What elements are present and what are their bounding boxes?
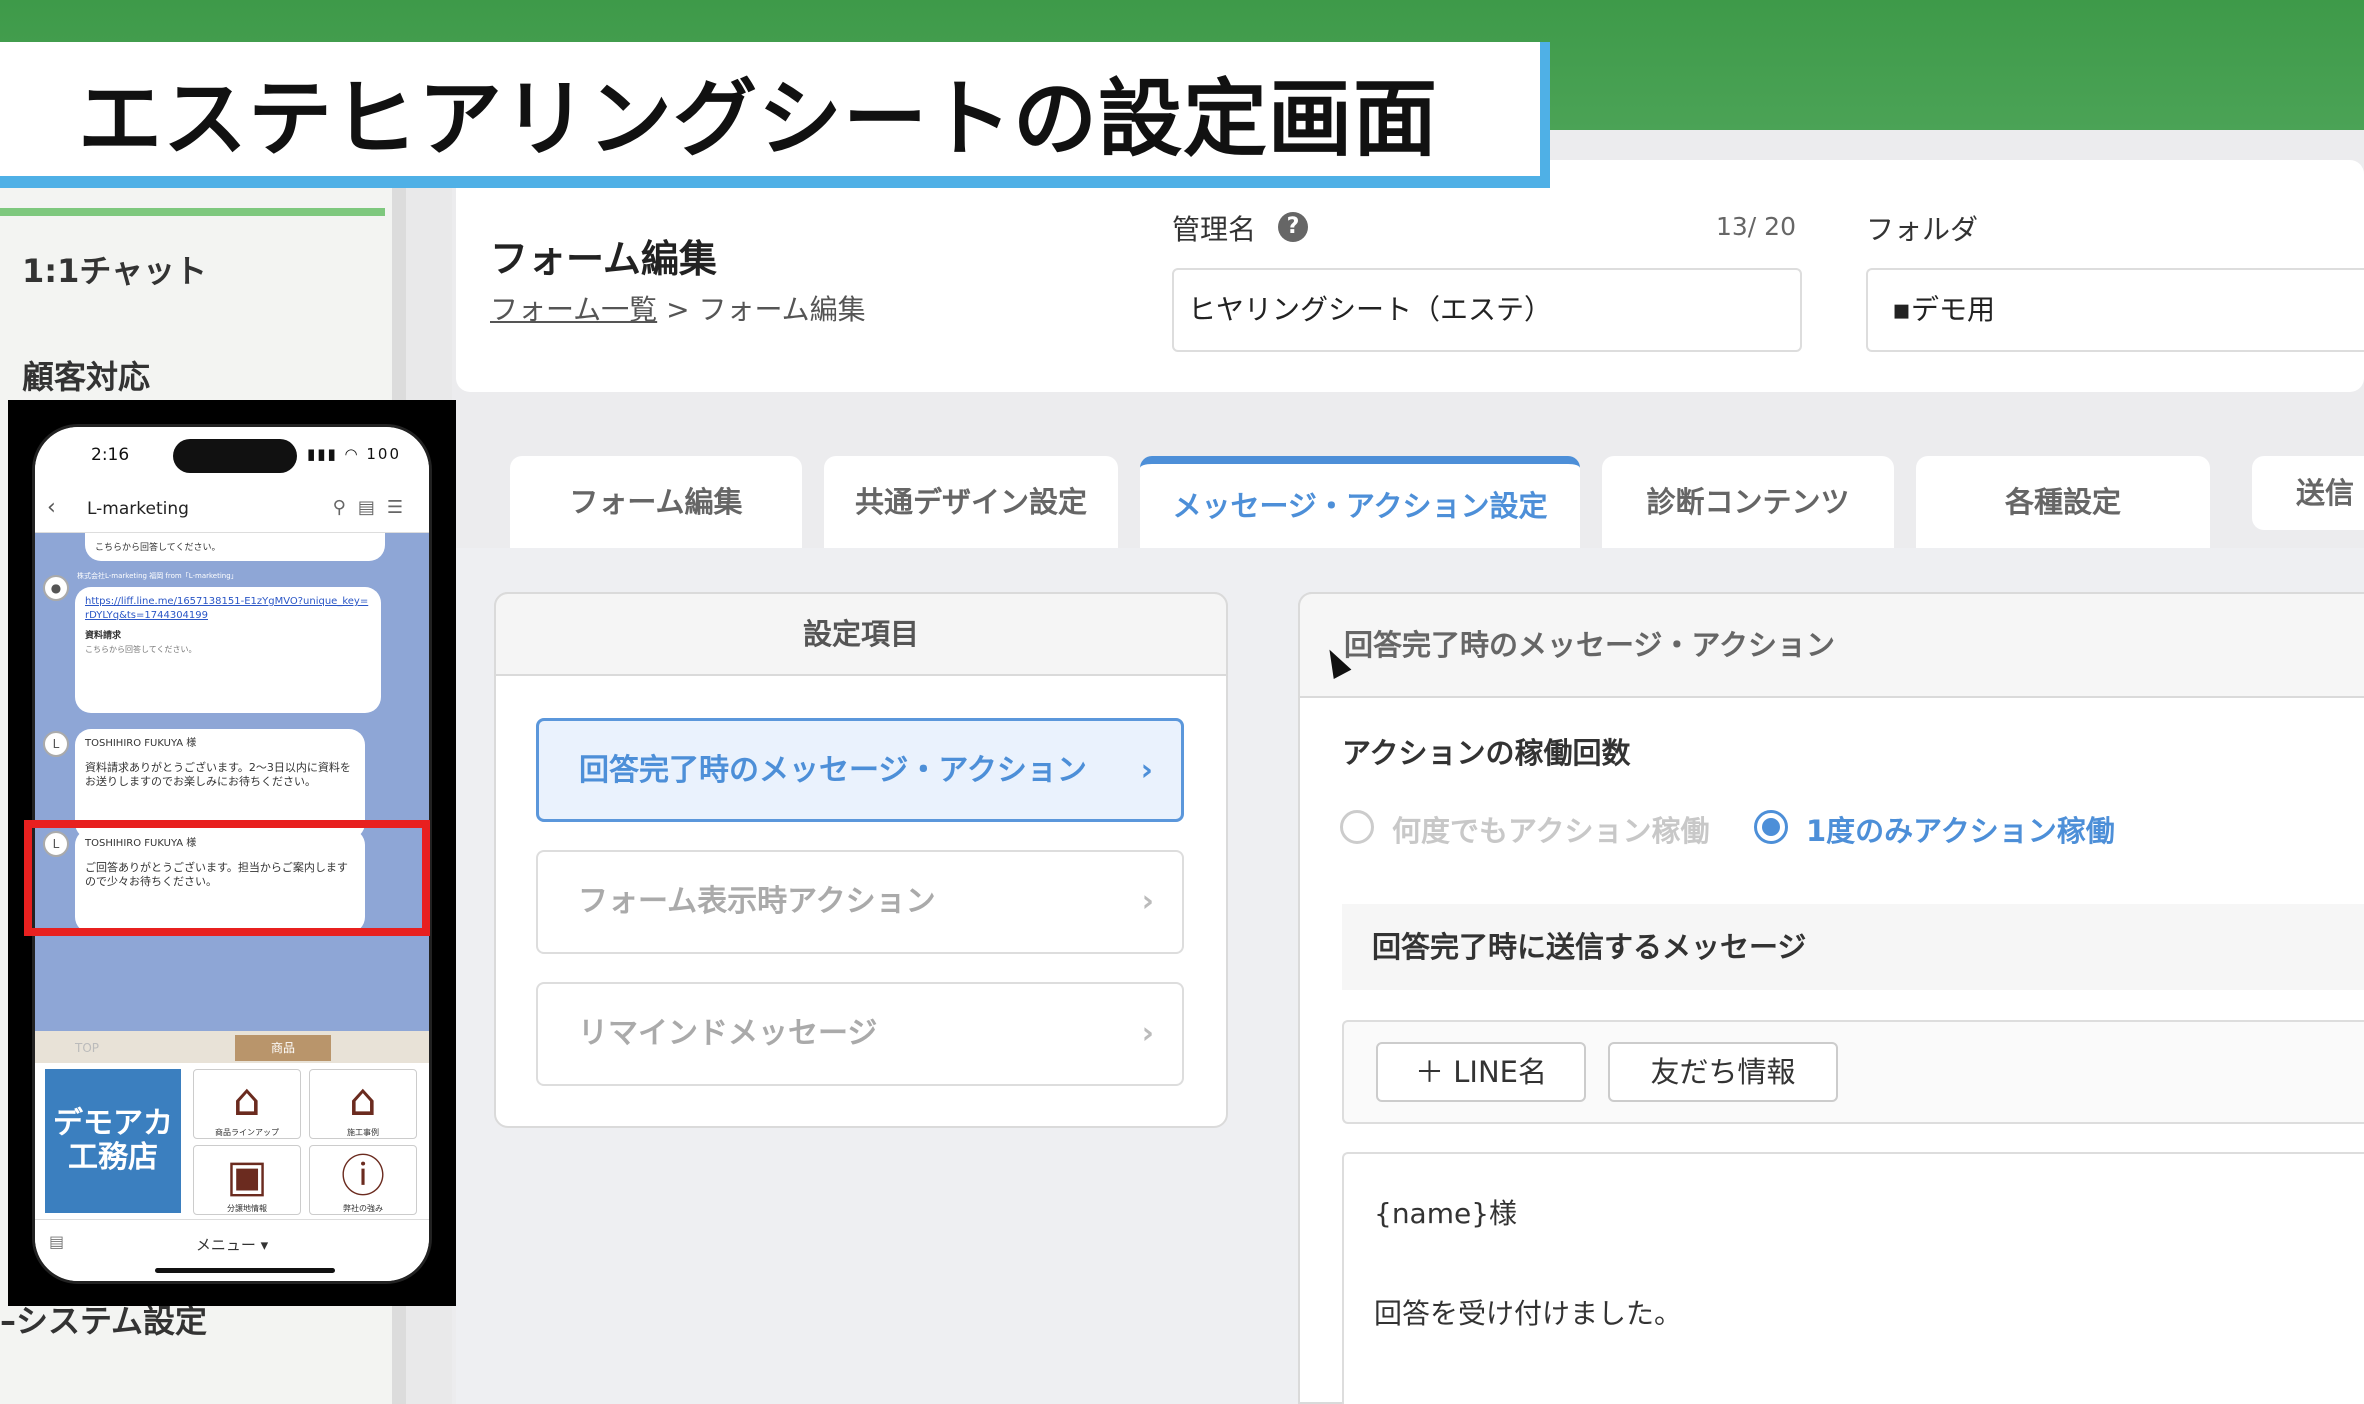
home-indicator (155, 1268, 335, 1273)
sidebar-item-customer[interactable]: 顧客対応 (22, 352, 150, 398)
detail-panel-title: 回答完了時のメッセージ・アクション (1298, 592, 2364, 698)
folder-label: フォルダ (1866, 213, 1979, 246)
settings-panel-title: 設定項目 (494, 592, 1228, 676)
setting-item-completion-action[interactable]: 回答完了時のメッセージ・アクション › (536, 718, 1184, 822)
chat-sender-line: 株式会社L-marketing 福岡 from「L-marketing」 (77, 572, 238, 580)
management-name-input[interactable]: ヒヤリングシート（エステ） (1172, 268, 1802, 352)
house-icon: ⌂ (349, 1075, 377, 1126)
setting-item-display-action[interactable]: フォーム表示時アクション › (536, 850, 1184, 954)
chat-link-bubble: https://liff.line.me/1657138151-E1zYgMVO… (75, 587, 381, 713)
message-section-title: 回答完了時に送信するメッセージ (1342, 904, 2364, 990)
folder-select[interactable]: ▪デモ用 (1866, 268, 2364, 352)
chat-link[interactable]: https://liff.line.me/1657138151-E1zYgMVO… (85, 595, 371, 623)
management-name-label: 管理名 (1172, 213, 1257, 246)
sidebar-item-label: システム設定 (16, 1302, 208, 1340)
message-editor[interactable] (1342, 1152, 2364, 1404)
rich-tile-label: 弊社の強み (343, 1204, 383, 1213)
setting-item-label: 回答完了時のメッセージ・アクション (579, 753, 1087, 788)
insert-friend-info-button[interactable]: 友だち情報 (1608, 1042, 1838, 1102)
setting-item-label: リマインドメッセージ (578, 1016, 878, 1051)
help-icon[interactable]: ? (1278, 212, 1308, 242)
page-title: フォーム編集 (490, 237, 717, 281)
setting-item-remind-message[interactable]: リマインドメッセージ › (536, 982, 1184, 1086)
back-icon[interactable]: ‹ (47, 495, 56, 520)
sidebar-item-chat[interactable]: 1:1チャット (22, 246, 207, 292)
chat-bubble: こちらから回答してください。 (85, 533, 385, 561)
rich-tab-selected[interactable]: 商品 (235, 1035, 331, 1061)
chat-name: TOSHIHIRO FUKUYA 様 (85, 738, 197, 749)
tab-send[interactable]: 送信 (2252, 456, 2364, 530)
phone-nav-bar: ‹ L-marketing ⚲▤☰ (35, 487, 429, 533)
tab-common-design[interactable]: 共通デザイン設定 (824, 456, 1118, 548)
radio-multiple-times-label: 何度でもアクション稼働 (1392, 814, 1710, 848)
radio-once-only-label: 1度のみアクション稼働 (1806, 814, 2115, 848)
rich-menu: デモアカ工務店 ⌂ 商品ラインアップ ⌂ 施工事例 ▣ 分譲地情報 ⓘ 弊社の強… (35, 1063, 429, 1219)
chevron-right-icon: › (1141, 1016, 1154, 1051)
highlight-box (24, 820, 430, 936)
avatar: L (43, 731, 69, 757)
breadcrumb-separator: > (657, 293, 699, 326)
radio-once-only[interactable] (1754, 810, 1788, 844)
rich-tab[interactable] (137, 1035, 233, 1061)
chat-link-card-sub: こちらから回答してください。 (85, 645, 197, 654)
message-line: 回答を受け付けました。 (1374, 1297, 1683, 1330)
phone-nav-title: L-marketing (87, 499, 189, 519)
tab-misc-settings[interactable]: 各種設定 (1916, 456, 2210, 548)
insert-line-name-button[interactable]: ＋ LINE名 (1376, 1042, 1586, 1102)
house-plus-icon: ⌂ (233, 1075, 261, 1126)
rich-tile-label: 商品ラインアップ (215, 1128, 279, 1137)
map-icon: ▣ (226, 1151, 268, 1202)
breadcrumb: フォーム一覧 > フォーム編集 (490, 288, 866, 328)
chevron-right-icon: › (1141, 884, 1154, 919)
chat-link-card-title: 資料請求 (85, 631, 122, 641)
phone-chat-area: こちらから回答してください。 ● 株式会社L-marketing 福岡 from… (35, 533, 429, 1033)
radio-multiple-times[interactable] (1340, 810, 1374, 844)
breadcrumb-current: フォーム編集 (698, 293, 866, 326)
phone-nav-icons[interactable]: ⚲▤☰ (333, 497, 415, 518)
phone-status-icons: ▮▮▮ ◠ 100 (306, 445, 401, 463)
phone-notch (173, 439, 297, 473)
rich-tile-label: 施工事例 (347, 1128, 379, 1137)
chevron-right-icon: › (1140, 753, 1153, 788)
tab-message-action[interactable]: メッセージ・アクション設定 (1140, 456, 1580, 548)
tab-form-edit[interactable]: フォーム編集 (510, 456, 802, 548)
char-count: 13/ 20 (1716, 212, 1796, 241)
overlay-title: エステヒアリングシートの設定画面 (78, 70, 1439, 168)
breadcrumb-link-form-list[interactable]: フォーム一覧 (490, 293, 657, 326)
avatar: ● (43, 575, 69, 601)
rich-menu-tabs: TOP 商品 (35, 1031, 429, 1063)
phone-bottom-bar: ▤ メニュー ▾ (35, 1219, 429, 1281)
rich-tab[interactable] (333, 1035, 429, 1061)
message-line: {name}様 (1374, 1197, 1518, 1230)
rich-menu-banner[interactable]: デモアカ工務店 (45, 1069, 181, 1213)
chat-body: 資料請求ありがとうございます。2〜3日以内に資料をお送りしますのでお楽しみにお待… (85, 761, 351, 788)
phone-time: 2:16 (91, 445, 130, 465)
sidebar-accent-line (0, 208, 385, 216)
rich-tab[interactable]: TOP (39, 1035, 135, 1061)
rich-tile-label: 分譲地情報 (227, 1204, 267, 1213)
info-icon: ⓘ (341, 1151, 385, 1202)
tab-diagnosis-content[interactable]: 診断コンテンツ (1602, 456, 1894, 548)
action-count-label: アクションの稼働回数 (1342, 736, 1631, 770)
menu-toggle[interactable]: メニュー ▾ (35, 1234, 429, 1255)
setting-item-label: フォーム表示時アクション (578, 884, 936, 919)
phone-status-bar: 2:16 ▮▮▮ ◠ 100 (35, 427, 429, 487)
